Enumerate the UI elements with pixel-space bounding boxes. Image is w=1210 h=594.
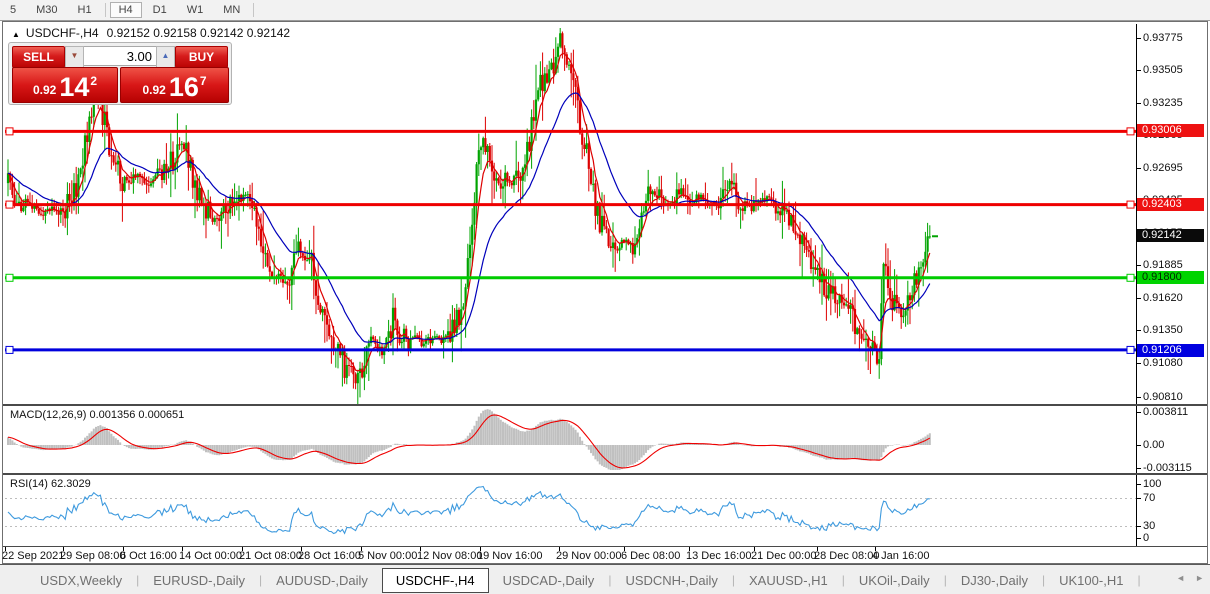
- date-label: 28 Oct 16:00: [298, 550, 361, 562]
- date-label: 21 Dec 00:00: [751, 550, 817, 562]
- macd-indicator-label: MACD(12,26,9) 0.001356 0.000651: [10, 409, 185, 421]
- price-tick-label: 0.91080: [1143, 357, 1183, 369]
- macd-axis-label-tick: [1136, 412, 1141, 413]
- price-tick-label: 0.91885: [1143, 259, 1183, 271]
- tab-scroll-controls: ◄ ►: [1176, 573, 1204, 583]
- tab-eurusd-daily[interactable]: EURUSD-,Daily: [139, 568, 259, 593]
- tab-xauusd-h1[interactable]: XAUUSD-,H1: [735, 568, 842, 593]
- tab-separator: |: [1137, 573, 1141, 587]
- chart-symbol-period: USDCHF-,H4: [25, 26, 99, 40]
- buy-price-display[interactable]: 0.92 16 7: [120, 67, 229, 103]
- price-tick-mark: [1136, 265, 1141, 266]
- price-tick-label: 0.93775: [1143, 32, 1183, 44]
- tab-usdchf-h4[interactable]: USDCHF-,H4: [381, 567, 489, 593]
- price-badge-0.92403: 0.92403: [1137, 198, 1204, 211]
- rsi-axis-label: 70: [1143, 492, 1156, 504]
- time-axis-divider: [3, 546, 1207, 547]
- date-label: 29 Nov 00:00: [556, 550, 622, 562]
- price-tick-mark: [1136, 330, 1141, 331]
- rsi-panel-divider: [3, 473, 1207, 475]
- price-badge-0.93006: 0.93006: [1137, 124, 1204, 137]
- price-tick-label: 0.91620: [1143, 292, 1183, 304]
- sell-price-point: 2: [90, 74, 98, 88]
- macd-axis-label: 0.00: [1143, 439, 1165, 451]
- tab-scroll-right-icon[interactable]: ►: [1195, 573, 1204, 583]
- price-tick-label: 0.90810: [1143, 391, 1183, 403]
- date-label: 14 Oct 00:00: [179, 550, 242, 562]
- macd-panel-divider: [3, 404, 1207, 406]
- chart-window-title: ▲ USDCHF-,H4 0.92152 0.92158 0.92142 0.921…: [12, 26, 290, 40]
- rsi-axis-label: 100: [1143, 478, 1162, 490]
- tab-usdcnh-daily[interactable]: USDCNH-,Daily: [611, 568, 731, 593]
- sell-price-pips: 14: [59, 72, 90, 102]
- buy-price-pips: 16: [168, 72, 199, 102]
- volume-stepper: ▼ ▲: [65, 46, 175, 68]
- date-label: 12 Nov 08:00: [417, 550, 483, 562]
- tab-scroll-left-icon[interactable]: ◄: [1176, 573, 1185, 583]
- date-label: 22 Sep 2021: [2, 550, 65, 562]
- date-label: 28 Dec 08:00: [814, 550, 880, 562]
- mt4-application: 5 M30 H1 H4 D1 W1 MN ▲ USDCHF-,H4 0.92152 0.9215…: [0, 0, 1210, 594]
- window-collapse-icon[interactable]: ▲: [12, 30, 20, 39]
- sell-button[interactable]: SELL: [12, 46, 65, 68]
- price-tick-label: 0.93235: [1143, 97, 1183, 109]
- chart-tabs: USDX,Weekly | EURUSD-,Daily | AUDUSD-,Daily U…: [26, 567, 1141, 593]
- date-label: 5 Nov 00:00: [358, 550, 418, 562]
- date-label: 21 Oct 08:00: [239, 550, 302, 562]
- tab-usdx-weekly[interactable]: USDX,Weekly: [26, 568, 136, 593]
- rsi-axis-label-tick: [1136, 484, 1141, 485]
- price-badge-0.91206: 0.91206: [1137, 344, 1204, 357]
- date-label: 19 Nov 16:00: [477, 550, 543, 562]
- price-tick-mark: [1136, 397, 1141, 398]
- rsi-axis-label-tick: [1136, 526, 1141, 527]
- macd-axis-label: 0.003811: [1143, 406, 1189, 418]
- price-tick-mark: [1136, 103, 1141, 104]
- price-badge-0.92142: 0.92142: [1137, 229, 1204, 242]
- rsi-indicator-label: RSI(14) 62.3029: [10, 478, 91, 490]
- volume-increase-icon[interactable]: ▲: [156, 46, 175, 68]
- price-tick-mark: [1136, 70, 1141, 71]
- tab-dj30-daily[interactable]: DJ30-,Daily: [947, 568, 1042, 593]
- macd-axis-label-tick: [1136, 468, 1141, 469]
- buy-button[interactable]: BUY: [175, 46, 228, 68]
- buy-price-point: 7: [199, 74, 207, 88]
- tab-uk100-h1[interactable]: UK100-,H1: [1045, 568, 1137, 593]
- price-tick-label: 0.92695: [1143, 162, 1183, 174]
- price-badge-0.91800: 0.91800: [1137, 271, 1204, 284]
- price-tick-mark: [1136, 38, 1141, 39]
- price-tick-mark: [1136, 168, 1141, 169]
- chart-tab-bar: USDX,Weekly | EURUSD-,Daily | AUDUSD-,Daily U…: [0, 564, 1210, 594]
- price-tick-label: 0.93505: [1143, 64, 1183, 76]
- tab-usdcad-daily[interactable]: USDCAD-,Daily: [489, 568, 609, 593]
- rsi-axis-label: 30: [1143, 520, 1156, 532]
- date-label: 6 Oct 16:00: [120, 550, 177, 562]
- rsi-axis-label-tick: [1136, 498, 1141, 499]
- date-label: 13 Dec 16:00: [686, 550, 752, 562]
- one-click-trading-panel: SELL ▼ ▲ BUY 0.92 14 2 0.92 16 7: [8, 42, 232, 105]
- chart-ohlc-values: 0.92152 0.92158 0.92142 0.92142: [106, 26, 291, 40]
- price-tick-mark: [1136, 363, 1141, 364]
- volume-decrease-icon[interactable]: ▼: [65, 46, 84, 68]
- volume-input[interactable]: [84, 46, 156, 66]
- price-tick-label: 0.91350: [1143, 324, 1183, 336]
- tab-audusd-daily[interactable]: AUDUSD-,Daily: [262, 568, 382, 593]
- rsi-axis-label: 0: [1143, 532, 1150, 544]
- date-label: 29 Sep 08:00: [60, 550, 126, 562]
- tab-ukoil-daily[interactable]: UKOil-,Daily: [845, 568, 944, 593]
- sell-price-prefix: 0.92: [32, 83, 57, 97]
- price-tick-mark: [1136, 298, 1141, 299]
- rsi-axis-label-tick: [1136, 538, 1141, 539]
- sell-price-display[interactable]: 0.92 14 2: [12, 67, 118, 103]
- date-label: 6 Dec 08:00: [621, 550, 681, 562]
- date-label: 4 Jan 16:00: [872, 550, 930, 562]
- macd-axis-label-tick: [1136, 445, 1141, 446]
- buy-price-prefix: 0.92: [142, 83, 166, 97]
